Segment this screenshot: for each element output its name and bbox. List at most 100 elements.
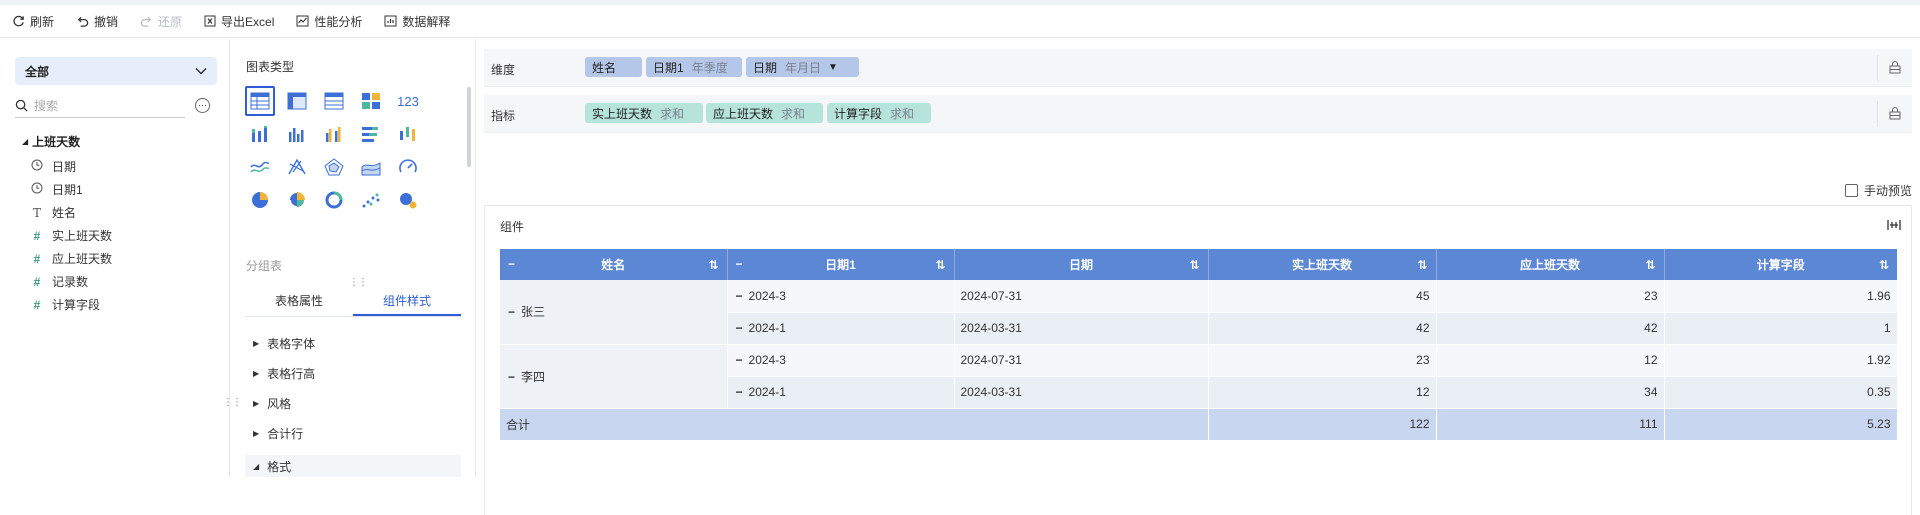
collapse-icon[interactable]: −	[736, 289, 743, 303]
scrollbar[interactable]	[467, 87, 471, 167]
total-cell: 122	[1208, 408, 1437, 441]
header-date[interactable]: 日期 ⇅	[954, 249, 1209, 280]
dimension-pill-date1[interactable]: 日期1 年季度	[646, 57, 742, 77]
stacked-column-chart-icon[interactable]	[245, 119, 275, 149]
header-actual-days[interactable]: 实上班天数 ⇅	[1208, 249, 1437, 280]
prop-label: 表格行高	[267, 367, 316, 381]
field-item[interactable]: 日期	[30, 158, 76, 175]
collapse-icon[interactable]: −	[508, 257, 515, 271]
pill-sub: 求和	[781, 106, 806, 121]
data-explain-button[interactable]: 数据解释	[384, 13, 450, 30]
caret-right-icon: ▶	[253, 399, 260, 408]
search-placeholder: 搜索	[34, 99, 59, 113]
table-cell: 12	[1208, 376, 1437, 409]
group-name-cell[interactable]: − 张三	[500, 280, 728, 345]
grouped-table-chart-icon[interactable]	[245, 86, 275, 116]
kpi-number-chart-icon[interactable]: 123	[393, 86, 423, 116]
total-cell: 5.23	[1664, 408, 1898, 441]
card-chart-icon[interactable]	[356, 86, 386, 116]
metric-pill-expected-days[interactable]: 应上班天数 求和	[706, 103, 823, 123]
field-item[interactable]: T 姓名	[30, 204, 76, 221]
data-table: − 姓名 ⇅ − 日期1 ⇅ 日期 ⇅ 实上班天数 ⇅ 应上班天数 ⇅ 计算字段 ⇅ − 张三 −…	[500, 249, 1898, 441]
header-expected-days[interactable]: 应上班天数 ⇅	[1436, 249, 1665, 280]
caret-down-icon: ◢	[253, 461, 260, 471]
tab-component-style[interactable]: 组件样式	[353, 287, 461, 316]
component-panel: 组件 − 姓名 ⇅ − 日期1 ⇅ 日期 ⇅ 实上班天数 ⇅ 应上班天数 ⇅ 计算字段 ⇅	[484, 205, 1912, 515]
dimension-pill-date[interactable]: 日期 年月日 ▼	[746, 57, 859, 77]
sort-asc-icon[interactable]: ⇅	[708, 258, 718, 272]
field-search[interactable]: 搜索	[15, 94, 185, 118]
performance-label: 性能分析	[314, 14, 363, 29]
grouped-column-chart-icon[interactable]	[319, 119, 349, 149]
stacked-bar-chart-icon[interactable]	[356, 119, 386, 149]
rose-pie-chart-icon[interactable]	[282, 185, 312, 215]
dimension-pill-name[interactable]: 姓名	[585, 57, 642, 77]
refresh-button[interactable]: 刷新	[12, 13, 54, 30]
refresh-icon	[13, 15, 24, 26]
gauge-chart-icon[interactable]	[393, 152, 423, 182]
detail-table-chart-icon[interactable]	[282, 86, 312, 116]
radar-line-chart-icon[interactable]	[282, 152, 312, 182]
more-options-icon[interactable]: ···	[195, 98, 210, 113]
dataset-value: 全部	[25, 64, 50, 79]
table-cell: 2024-03-31	[954, 312, 1209, 345]
collapse-icon[interactable]: −	[736, 353, 743, 367]
radar-chart-icon[interactable]	[319, 152, 349, 182]
prop-format[interactable]: ◢ 格式	[245, 455, 461, 477]
performance-analysis-button[interactable]: 性能分析	[296, 13, 362, 30]
sort-filter-icon[interactable]: ⇅	[1189, 258, 1199, 272]
sort-icon[interactable]: ⇅	[1417, 258, 1427, 272]
donut-chart-icon[interactable]	[319, 185, 349, 215]
header-label: 实上班天数	[1291, 258, 1352, 272]
tab-table-properties[interactable]: 表格属性	[245, 287, 353, 316]
dataset-tree-root[interactable]: ◢ 上班天数	[22, 133, 80, 150]
prop-row-height[interactable]: ▶ 表格行高	[253, 365, 315, 382]
lock-icon[interactable]	[1888, 106, 1902, 120]
manual-preview-checkbox[interactable]: 手动预览	[1844, 182, 1912, 199]
cross-table-chart-icon[interactable]	[319, 86, 349, 116]
collapse-icon[interactable]: −	[736, 257, 743, 271]
collapse-icon[interactable]: −	[508, 370, 515, 384]
area-chart-icon[interactable]	[356, 152, 386, 182]
redo-button[interactable]: 还原	[140, 13, 182, 30]
collapse-icon[interactable]: −	[508, 305, 515, 319]
sort-icon[interactable]: ⇅	[1879, 258, 1889, 272]
pie-chart-icon[interactable]	[245, 185, 275, 215]
field-item[interactable]: # 实上班天数	[30, 227, 112, 244]
header-date1[interactable]: − 日期1 ⇅	[727, 249, 955, 280]
header-calc-field[interactable]: 计算字段 ⇅	[1664, 249, 1897, 280]
data-explain-icon	[384, 15, 397, 27]
caret-down-icon: ◢	[22, 137, 29, 146]
export-excel-button[interactable]: 导出Excel	[204, 13, 274, 30]
collapse-icon[interactable]: −	[736, 321, 743, 335]
scatter-chart-icon[interactable]	[356, 185, 386, 215]
undo-label: 撤销	[94, 14, 119, 29]
table-cell: −2024-1	[727, 376, 955, 409]
performance-icon	[296, 15, 309, 27]
bubble-chart-icon[interactable]	[393, 185, 423, 215]
sort-icon[interactable]: ⇅	[1645, 258, 1655, 272]
column-width-icon[interactable]	[1887, 219, 1901, 231]
prop-total-row[interactable]: ▶ 合计行	[253, 425, 303, 442]
field-item[interactable]: # 计算字段	[30, 296, 100, 313]
undo-button[interactable]: 撤销	[76, 13, 118, 30]
cell-value: 2024-1	[748, 385, 786, 399]
range-column-chart-icon[interactable]	[393, 119, 423, 149]
pill-text: 应上班天数	[713, 106, 774, 121]
prop-style[interactable]: ▶ 风格	[253, 395, 291, 412]
prop-label: 合计行	[267, 427, 304, 441]
sort-desc-icon[interactable]: ⇅	[935, 258, 945, 272]
field-item[interactable]: 日期1	[30, 181, 83, 198]
metric-pill-actual-days[interactable]: 实上班天数 求和	[585, 103, 703, 123]
prop-table-font[interactable]: ▶ 表格字体	[253, 335, 315, 352]
collapse-icon[interactable]: −	[736, 385, 743, 399]
dataset-select[interactable]: 全部	[15, 57, 217, 85]
column-chart-icon[interactable]	[282, 119, 312, 149]
line-chart-icon[interactable]	[245, 152, 275, 182]
header-name[interactable]: − 姓名 ⇅	[500, 249, 728, 280]
metric-pill-calc-field[interactable]: 计算字段 求和	[827, 103, 931, 123]
lock-icon[interactable]	[1888, 60, 1902, 74]
field-item[interactable]: # 记录数	[30, 273, 88, 290]
field-item[interactable]: # 应上班天数	[30, 250, 112, 267]
group-name-cell[interactable]: − 李四	[500, 344, 728, 409]
